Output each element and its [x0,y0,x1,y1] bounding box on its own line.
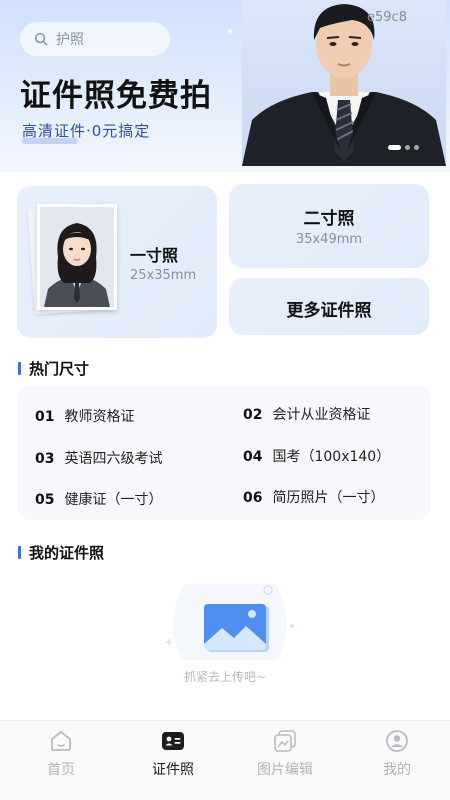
two-inch-photo-card[interactable]: 二寸照 35x49mm [229,184,429,268]
section-title: 热门尺寸 [29,360,90,378]
item-label: 会计从业资格证 [272,407,371,423]
watermark-text: e59c8 [367,10,407,25]
more-photos-card[interactable]: 更多证件照 [229,278,429,335]
item-label: 教师资格证 [64,409,135,425]
carousel-indicator [388,145,419,150]
popular-size-item[interactable]: 06 简历照片（一寸） [243,487,384,507]
search-icon [34,32,48,46]
item-label: 国考（100x140） [272,449,391,465]
card-title: 一寸照 [130,246,179,265]
popular-size-item[interactable]: 03 英语四六级考试 [35,448,162,468]
hero-title: 证件照免费拍 [20,78,212,114]
home-icon [51,731,71,751]
search-placeholder: 护照 [56,32,84,48]
item-number: 04 [243,449,263,465]
nav-tab-image-edit[interactable]: 图片编辑 [229,721,341,800]
nav-label: 首页 [47,762,75,778]
item-number: 03 [35,451,55,467]
image-edit-icon [274,730,296,752]
my-photos-header: 我的证件照 [18,542,104,563]
card-size: 35x49mm [295,232,363,247]
item-number: 01 [35,409,55,425]
nav-tab-home[interactable]: 首页 [5,721,117,800]
carousel-dot [388,145,401,150]
nav-tab-id-photo[interactable]: 证件照 [117,721,229,800]
item-number: 05 [35,492,55,508]
app-screen: 护照 证件照免费拍 高清证件·0元搞定 ✦ ✦ [0,0,450,800]
sparkle-icon: ✦ [226,27,235,38]
sample-portrait-image [37,204,117,310]
user-icon [386,730,408,752]
popular-size-item[interactable]: 01 教师资格证 [35,406,134,426]
id-card-icon [162,732,184,750]
item-label: 英语四六级考试 [64,451,163,467]
popular-size-item[interactable]: 05 健康证（一寸） [35,489,162,509]
hero-banner[interactable]: 护照 证件照免费拍 高清证件·0元搞定 ✦ ✦ [0,0,450,172]
card-title: 更多证件照 [286,301,372,321]
nav-tab-profile[interactable]: 我的 [341,721,450,800]
bottom-navigation: 首页 证件照 图片编辑 我的 [0,720,450,800]
popular-sizes-list: 01 教师资格证 02 会计从业资格证 03 英语四六级考试 04 国考（100… [17,386,431,520]
section-title: 我的证件照 [29,544,105,562]
popular-sizes-header: 热门尺寸 [18,358,89,379]
one-inch-photo-card[interactable]: 一寸照 25x35mm [17,186,217,338]
section-accent-bar [18,546,21,559]
nav-label: 图片编辑 [257,762,313,778]
carousel-dot [414,145,419,150]
card-title: 二寸照 [303,209,355,229]
popular-size-item[interactable]: 02 会计从业资格证 [243,404,370,424]
card-size: 25x35mm [130,268,197,283]
empty-state-text: 抓紧去上传吧~ [183,670,267,684]
item-label: 简历照片（一寸） [272,490,385,506]
hero-subtitle: 高清证件·0元搞定 [22,122,151,140]
model-portrait-image [242,0,446,166]
search-bar[interactable]: 护照 [20,22,170,56]
carousel-dot [405,145,410,150]
item-number: 06 [243,490,263,506]
nav-label: 证件照 [152,762,194,778]
nav-label: 我的 [383,762,411,778]
item-number: 02 [243,407,263,423]
item-label: 健康证（一寸） [64,492,163,508]
section-accent-bar [18,362,21,375]
empty-image-icon[interactable] [160,582,300,662]
popular-size-item[interactable]: 04 国考（100x140） [243,446,390,466]
